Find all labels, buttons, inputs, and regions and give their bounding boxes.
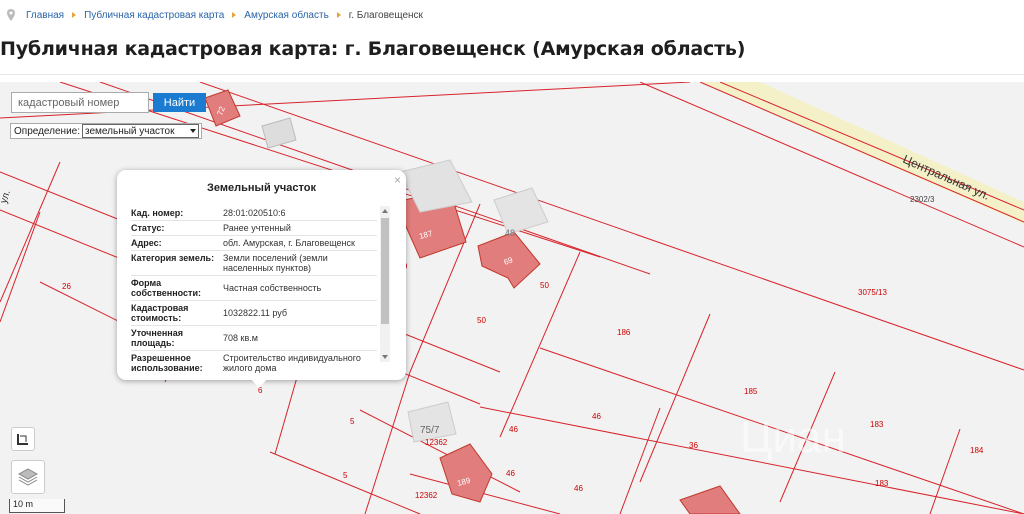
- attribute-row: Адрес: обл. Амурская, г. Благовещенск: [131, 236, 377, 251]
- definition-select-value: земельный участок: [85, 125, 175, 137]
- chevron-down-icon: [190, 129, 197, 133]
- map-scale: 10 m: [9, 499, 65, 513]
- attribute-value: Строительство индивидуального жилого дом…: [223, 353, 361, 373]
- attribute-key: Статус:: [131, 223, 165, 233]
- popup-title: Земельный участок: [207, 182, 316, 194]
- definition-select[interactable]: земельный участок: [82, 124, 200, 138]
- attribute-row: Форма собственности: Частная собственнос…: [131, 276, 377, 301]
- attribute-row: Уточненная площадь: 708 кв.м: [131, 326, 377, 351]
- attribute-row: Разрешенное использование: Строительство…: [131, 351, 377, 375]
- attribute-value: 28:01:020510:6: [223, 208, 286, 218]
- scroll-up-icon[interactable]: [382, 209, 388, 213]
- popup-pointer: [250, 378, 268, 388]
- attribute-value: обл. Амурская, г. Благовещенск: [223, 238, 355, 248]
- attribute-key: Кадастровая стоимость:: [131, 303, 189, 323]
- layers-button[interactable]: [11, 460, 45, 494]
- divider: [0, 74, 1024, 75]
- scrollbar-thumb[interactable]: [381, 218, 389, 324]
- page-title: Публичная кадастровая карта: г. Благовещ…: [0, 38, 746, 60]
- parcel-attributes: Кад. номер: 28:01:020510:6 Статус: Ранее…: [131, 206, 377, 375]
- layers-icon: [17, 468, 39, 486]
- cadastral-search-input[interactable]: [11, 92, 149, 113]
- breadcrumb-map-link[interactable]: Публичная кадастровая карта: [84, 10, 224, 21]
- attribute-value: 1032822.11 руб: [223, 308, 288, 318]
- attribute-value: Земли поселений (земли населенных пункто…: [223, 253, 328, 273]
- breadcrumb-separator-icon: [232, 12, 237, 18]
- attribute-key: Форма собственности:: [131, 278, 201, 298]
- attribute-key: Уточненная площадь:: [131, 328, 183, 348]
- location-pin-icon: [7, 9, 15, 21]
- definition-label: Определение:: [14, 125, 81, 137]
- breadcrumb-current: г. Благовещенск: [348, 9, 423, 21]
- fullscreen-button[interactable]: [11, 427, 35, 451]
- definition-select-container: Определение: земельный участок: [10, 123, 203, 139]
- attribute-row: Статус: Ранее учтенный: [131, 221, 377, 236]
- attribute-key: Разрешенное использование:: [131, 353, 203, 373]
- parcel-info-popup: × Земельный участок Кад. номер: 28:01:02…: [117, 170, 406, 388]
- popup-scrollbar[interactable]: [380, 206, 390, 362]
- attribute-value: 708 кв.м: [223, 333, 258, 343]
- breadcrumb-region-link[interactable]: Амурская область: [244, 10, 328, 21]
- breadcrumb: Главная Публичная кадастровая карта Амур…: [0, 0, 1024, 30]
- attribute-key: Категория земель:: [131, 253, 215, 263]
- attribute-key: Кад. номер:: [131, 208, 184, 218]
- breadcrumb-separator-icon: [336, 12, 341, 18]
- attribute-row: Кадастровая стоимость: 1032822.11 руб: [131, 301, 377, 326]
- fullscreen-icon: [17, 434, 28, 445]
- map-watermark: Циан: [740, 413, 846, 462]
- breadcrumb-home-link[interactable]: Главная: [26, 10, 64, 21]
- breadcrumb-separator-icon: [72, 12, 77, 18]
- attribute-value: Ранее учтенный: [223, 223, 291, 233]
- attribute-value: Частная собственность: [223, 283, 322, 293]
- attribute-row: Категория земель: Земли поселений (земли…: [131, 251, 377, 276]
- search-button[interactable]: Найти: [153, 93, 206, 112]
- attribute-row: Кад. номер: 28:01:020510:6: [131, 206, 377, 221]
- cadastral-map[interactable]: Циан Центральная ул. ул. 26 50 50 186 18…: [0, 82, 1024, 514]
- attribute-key: Адрес:: [131, 238, 162, 248]
- scroll-down-icon[interactable]: [382, 355, 388, 359]
